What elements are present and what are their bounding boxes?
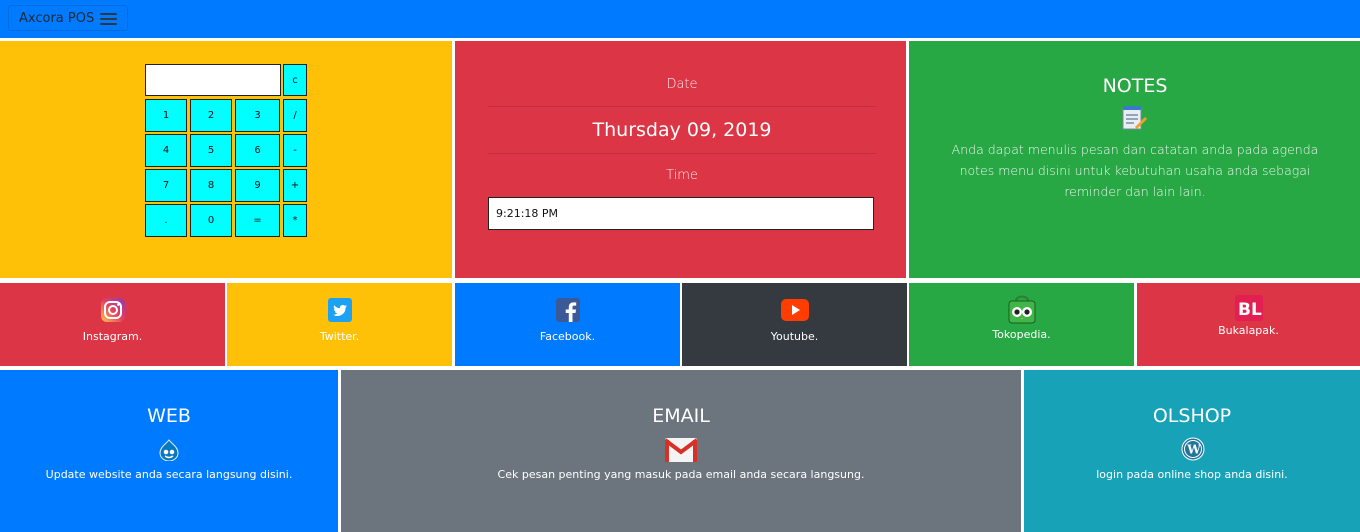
- key-subtract[interactable]: -: [283, 134, 307, 167]
- web-panel[interactable]: WEB Update website anda secara langsung …: [0, 370, 338, 532]
- key-1[interactable]: 1: [145, 99, 187, 132]
- bukalapak-label: Bukalapak.: [1218, 324, 1279, 337]
- olshop-description: login pada online shop anda disini.: [1096, 468, 1288, 481]
- navbar: Axcora POS: [0, 0, 1360, 38]
- youtube-label: Youtube.: [770, 330, 819, 343]
- instagram-label: Instagram.: [82, 330, 143, 343]
- key-add[interactable]: +: [283, 169, 307, 202]
- time-label: Time: [666, 168, 698, 183]
- bukalapak-tile[interactable]: BL Bukalapak.: [1137, 283, 1360, 366]
- notepad-icon: [1121, 105, 1147, 131]
- youtube-tile[interactable]: Youtube.: [682, 283, 907, 366]
- divider: [488, 106, 876, 107]
- brand-label: Axcora POS: [19, 10, 95, 26]
- calculator-panel: c 1 2 3 / 4 5 6 - 7 8 9 + . 0 = *: [0, 41, 452, 278]
- youtube-icon: [780, 299, 809, 325]
- key-divide[interactable]: /: [283, 99, 307, 132]
- twitter-icon: [327, 298, 352, 326]
- time-value: 9:21:18 PM: [496, 207, 559, 220]
- time-field[interactable]: 9:21:18 PM: [488, 197, 874, 230]
- key-0[interactable]: 0: [190, 204, 232, 237]
- notes-title: NOTES: [1102, 75, 1168, 97]
- email-title: EMAIL: [652, 405, 710, 427]
- date-value: Thursday 09, 2019: [592, 119, 772, 141]
- tokopedia-tile[interactable]: Tokopedia.: [909, 283, 1134, 366]
- menu-toggle-button[interactable]: Axcora POS: [8, 5, 129, 31]
- key-5[interactable]: 5: [190, 134, 232, 167]
- web-description: Update website anda secara langsung disi…: [45, 468, 293, 481]
- web-title: WEB: [147, 405, 191, 427]
- datetime-panel: Date Thursday 09, 2019 Time 9:21:18 PM: [455, 41, 906, 278]
- wordpress-icon: W: [1181, 437, 1205, 465]
- key-7[interactable]: 7: [145, 169, 187, 202]
- email-panel[interactable]: EMAIL Cek pesan penting yang masuk pada …: [341, 370, 1021, 532]
- key-4[interactable]: 4: [145, 134, 187, 167]
- svg-text:BL: BL: [1238, 300, 1262, 320]
- hamburger-icon: [100, 12, 118, 25]
- key-clear[interactable]: c: [283, 64, 307, 96]
- facebook-tile[interactable]: Facebook.: [455, 283, 680, 366]
- twitter-label: Twitter.: [319, 330, 360, 343]
- olshop-title: OLSHOP: [1152, 405, 1232, 427]
- instagram-icon: [100, 298, 125, 326]
- divider: [488, 153, 876, 154]
- facebook-icon: [555, 298, 580, 326]
- key-2[interactable]: 2: [190, 99, 232, 132]
- key-equals[interactable]: =: [235, 204, 280, 237]
- facebook-label: Facebook.: [539, 330, 596, 343]
- email-description: Cek pesan penting yang masuk pada email …: [497, 468, 865, 481]
- key-8[interactable]: 8: [190, 169, 232, 202]
- svg-text:W: W: [1186, 443, 1201, 457]
- olshop-panel[interactable]: OLSHOP W login pada online shop anda dis…: [1024, 370, 1360, 532]
- gmail-icon: [663, 438, 699, 466]
- drupal-icon: [158, 439, 180, 465]
- notes-panel[interactable]: NOTES Anda dapat menulis pesan dan catat…: [909, 41, 1360, 278]
- tokopedia-icon: [1007, 293, 1037, 329]
- key-6[interactable]: 6: [235, 134, 280, 167]
- calculator-display[interactable]: [145, 64, 281, 96]
- notes-description: Anda dapat menulis pesan dan catatan and…: [951, 142, 1319, 199]
- key-decimal[interactable]: .: [145, 204, 187, 237]
- instagram-tile[interactable]: Instagram.: [0, 283, 225, 366]
- twitter-tile[interactable]: Twitter.: [227, 283, 452, 366]
- date-label: Date: [666, 77, 698, 92]
- key-3[interactable]: 3: [235, 99, 280, 132]
- tokopedia-label: Tokopedia.: [992, 328, 1051, 341]
- calculator: c 1 2 3 / 4 5 6 - 7 8 9 + . 0 = *: [144, 63, 308, 239]
- key-9[interactable]: 9: [235, 169, 280, 202]
- key-multiply[interactable]: *: [283, 204, 307, 237]
- bukalapak-icon: BL: [1234, 295, 1263, 325]
